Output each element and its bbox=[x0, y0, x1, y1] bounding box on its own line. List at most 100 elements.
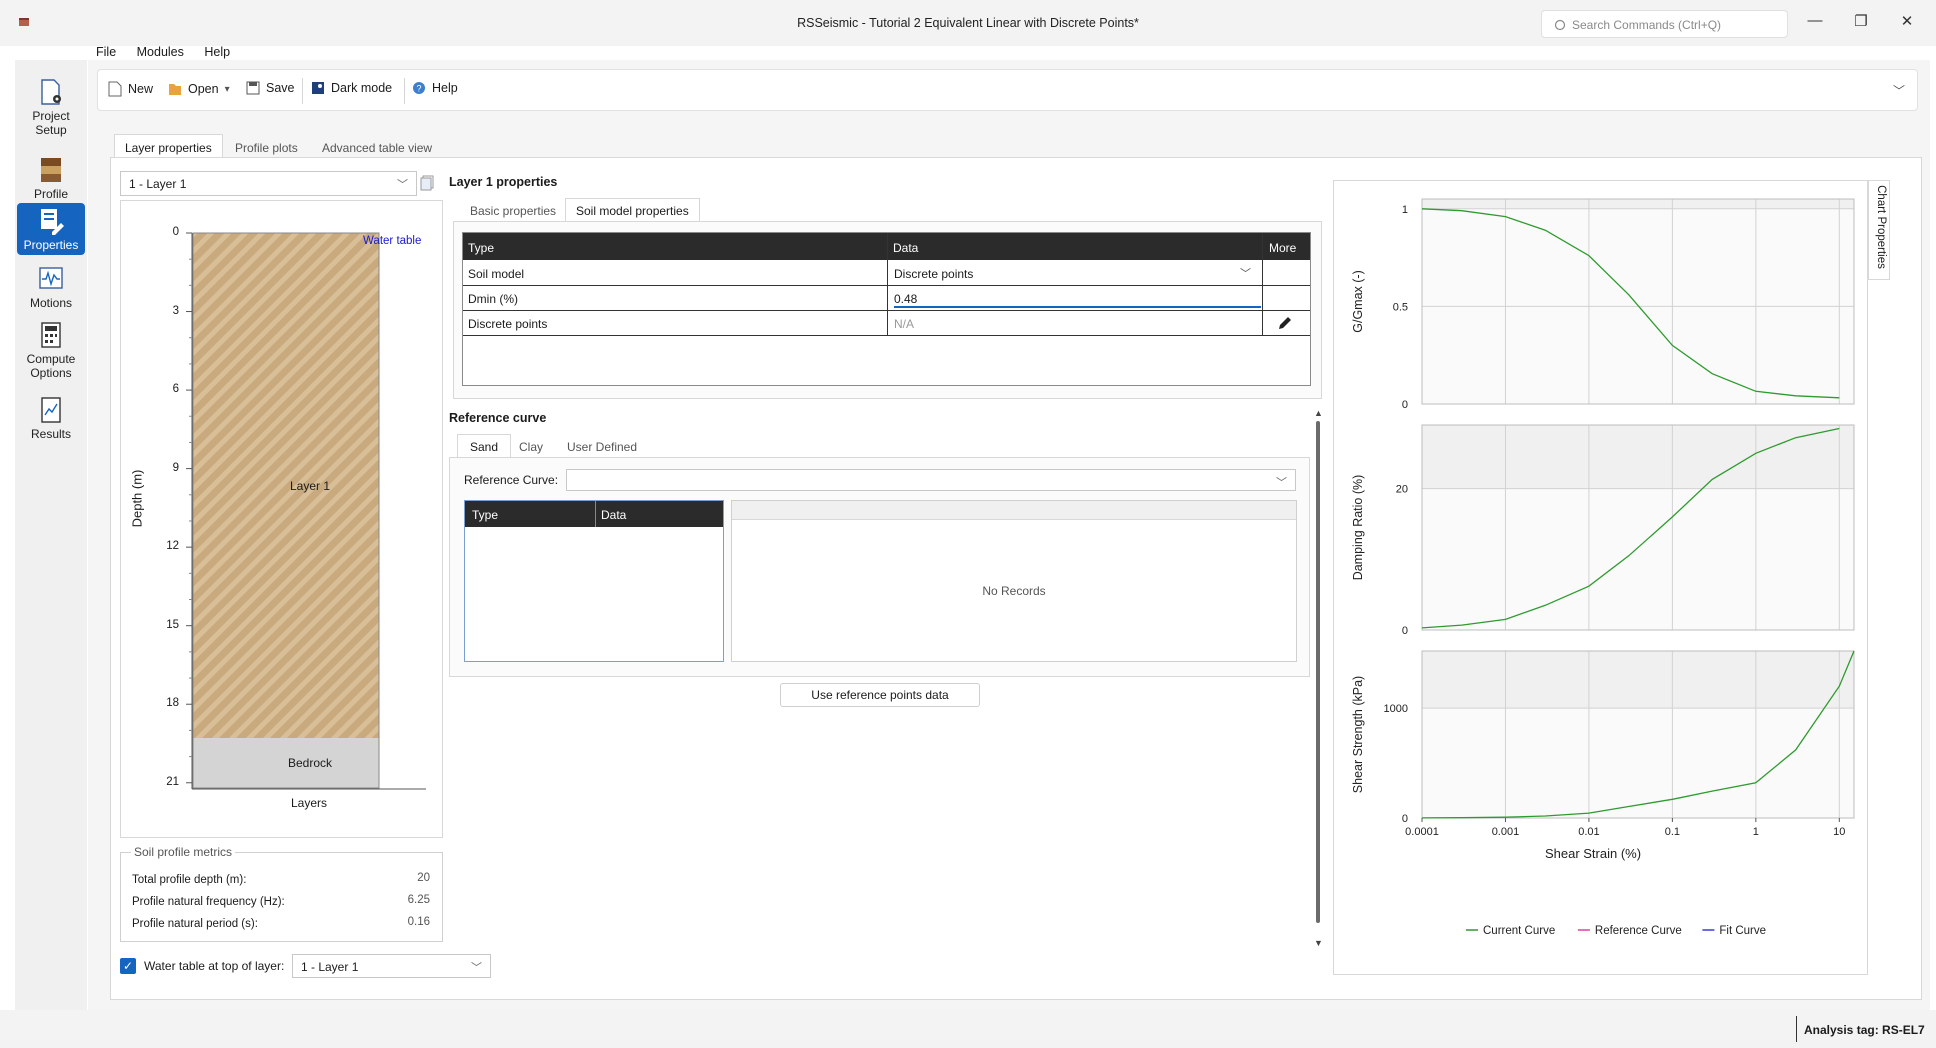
reference-table-header bbox=[465, 501, 723, 527]
save-icon bbox=[246, 81, 260, 95]
water-table-layer-select[interactable]: 1 - Layer 1 ﹀ bbox=[292, 954, 491, 978]
y-axis-label: Shear Strength (kPa) bbox=[1351, 676, 1365, 793]
charts-svg: 0 0.5 1 G/Gmax (-) 0 20 Damping Ratio (%) 0 1000… bbox=[1351, 198, 1855, 937]
rail-label: Project Setup bbox=[32, 109, 70, 137]
scrollbar-thumb[interactable] bbox=[1316, 421, 1320, 923]
row-type: Soil model bbox=[468, 267, 525, 281]
y-axis-label: Depth (m) bbox=[129, 469, 145, 528]
profile-plot-panel: Water table Layer 1 Bedrock Layers Depth… bbox=[120, 200, 443, 838]
y-tick-label: 9 bbox=[172, 461, 179, 474]
layer-1-block[interactable] bbox=[193, 233, 379, 738]
toolbar-separator bbox=[404, 78, 405, 104]
new-button[interactable]: New bbox=[108, 81, 153, 97]
x-axis-label: Layers bbox=[291, 796, 328, 810]
chevron-down-icon[interactable]: ﹀ bbox=[1240, 265, 1251, 281]
x-tick-label: 0.01 bbox=[1578, 826, 1599, 838]
metric-label: Profile natural period (s): bbox=[132, 918, 258, 930]
water-table-checkbox[interactable]: ✓ bbox=[120, 958, 136, 974]
soil-model-select[interactable]: Discrete points bbox=[894, 267, 973, 281]
charts-panel: 0 0.5 1 G/Gmax (-) 0 20 Damping Ratio (%) 0 1000… bbox=[1333, 180, 1868, 975]
y-axis-label: G/Gmax (-) bbox=[1351, 270, 1365, 333]
y-tick-label: 20 bbox=[1396, 484, 1408, 496]
search-commands[interactable]: Search Commands (Ctrl+Q) bbox=[1541, 10, 1788, 38]
soil-profile-metrics: Soil profile metrics Total profile depth… bbox=[120, 845, 443, 942]
x-tick-label: 0.0001 bbox=[1405, 826, 1439, 838]
rail-motions[interactable]: Motions bbox=[17, 262, 85, 318]
reference-curve-label: Reference Curve: bbox=[464, 473, 559, 487]
rail-project-setup[interactable]: Project Setup bbox=[17, 75, 85, 155]
dmin-input[interactable]: 0.48 bbox=[894, 292, 1261, 308]
rail-label: Properties bbox=[23, 238, 79, 252]
water-table-layer-value: 1 - Layer 1 bbox=[301, 960, 359, 974]
y-tick-label: 12 bbox=[166, 540, 179, 553]
x-tick-label: 1 bbox=[1753, 826, 1759, 838]
plot-band bbox=[1422, 651, 1854, 709]
help-button-label: Help bbox=[432, 81, 458, 95]
metric-label: Profile natural frequency (Hz): bbox=[132, 896, 285, 908]
column-divider bbox=[887, 233, 888, 335]
menu-file[interactable]: File bbox=[96, 45, 116, 59]
edit-pencil-icon[interactable] bbox=[1277, 315, 1293, 334]
open-button[interactable]: Open ▾ bbox=[168, 81, 230, 97]
profile-plot bbox=[186, 232, 426, 790]
bedrock-block[interactable] bbox=[193, 738, 379, 788]
help-icon: ? bbox=[413, 82, 425, 94]
use-reference-points-button[interactable]: Use reference points data bbox=[780, 683, 980, 707]
save-button[interactable]: Save bbox=[246, 81, 295, 95]
toolbar-expand-icon[interactable]: ﹀ bbox=[1893, 82, 1905, 99]
metrics-title: Soil profile metrics bbox=[131, 845, 236, 859]
header-type: Type bbox=[468, 241, 495, 255]
legend-label: Fit Curve bbox=[1719, 925, 1766, 937]
chevron-down-icon: ﹀ bbox=[397, 179, 408, 191]
rail-profile[interactable]: Profile bbox=[17, 153, 85, 209]
minimize-button[interactable]: — bbox=[1805, 12, 1825, 32]
rail-label: Profile bbox=[33, 187, 68, 201]
compute-options-icon bbox=[41, 322, 61, 348]
menu-help[interactable]: Help bbox=[204, 45, 230, 59]
rail-label: Motions bbox=[29, 296, 73, 310]
status-divider bbox=[1796, 1016, 1797, 1042]
menu-modules[interactable]: Modules bbox=[137, 45, 184, 59]
y-tick-label: 0 bbox=[1402, 625, 1408, 637]
row-divider bbox=[463, 310, 1310, 311]
soil-model-grid: Type Data More Soil model Discrete point… bbox=[462, 232, 1311, 386]
copy-icon[interactable] bbox=[420, 175, 434, 194]
metric-value: 20 bbox=[417, 872, 430, 884]
layer-select[interactable]: 1 - Layer 1 ﹀ bbox=[120, 171, 417, 196]
row-divider bbox=[463, 285, 1310, 286]
records-header bbox=[732, 501, 1296, 520]
y-tick-label: 0 bbox=[172, 226, 179, 238]
rail-label: Results bbox=[30, 427, 71, 441]
rail-properties[interactable]: Properties bbox=[17, 203, 85, 255]
open-button-label: Open bbox=[188, 82, 219, 96]
reference-curve-select[interactable]: ﹀ bbox=[566, 469, 1296, 491]
chevron-down-icon[interactable]: ▾ bbox=[225, 84, 230, 95]
y-tick-label: 0.5 bbox=[1393, 301, 1408, 313]
search-icon bbox=[1554, 19, 1566, 31]
close-button[interactable]: ✕ bbox=[1897, 12, 1917, 32]
toolbar-separator bbox=[302, 78, 303, 104]
scroll-up-icon[interactable]: ▲ bbox=[1314, 408, 1323, 418]
status-bar: Analysis tag: RS-EL7 bbox=[0, 1010, 1936, 1048]
y-tick-label: 18 bbox=[166, 697, 179, 710]
dark-mode-button[interactable]: Dark mode bbox=[311, 81, 392, 95]
row-type: Discrete points bbox=[468, 317, 548, 331]
header-data: Data bbox=[601, 508, 627, 522]
reference-curve-heading: Reference curve bbox=[449, 411, 547, 425]
results-icon bbox=[41, 397, 61, 423]
rail-results[interactable]: Results bbox=[17, 393, 85, 447]
restore-button[interactable]: ❐ bbox=[1851, 12, 1871, 32]
help-button[interactable]: ? Help bbox=[412, 81, 458, 95]
x-axis-label: Shear Strain (%) bbox=[1545, 846, 1641, 861]
layer-1-label: Layer 1 bbox=[290, 479, 331, 493]
new-file-icon bbox=[108, 81, 122, 97]
y-tick-label: 1000 bbox=[1384, 703, 1408, 715]
rail-compute-options[interactable]: Compute Options bbox=[17, 318, 85, 382]
scroll-down-icon[interactable]: ▼ bbox=[1314, 938, 1323, 948]
motions-icon bbox=[39, 267, 63, 289]
legend-label: Reference Curve bbox=[1595, 925, 1682, 937]
chart-properties-tab[interactable]: Chart Properties bbox=[1868, 180, 1890, 280]
x-tick-label: 10 bbox=[1833, 826, 1845, 838]
no-records-text: No Records bbox=[982, 584, 1046, 598]
dark-mode-label: Dark mode bbox=[331, 81, 393, 95]
